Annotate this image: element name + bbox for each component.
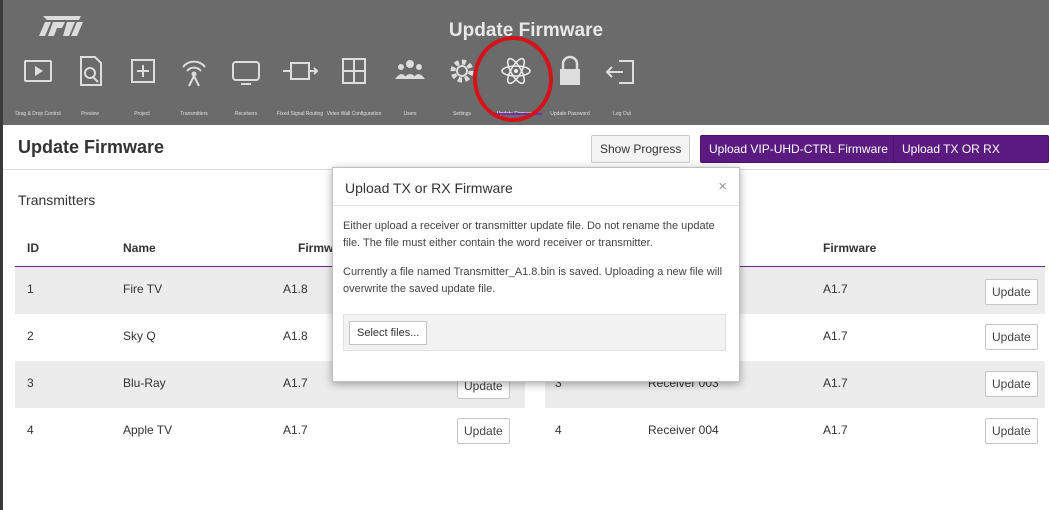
row-id: 2: [27, 329, 34, 343]
users-icon: [395, 60, 425, 79]
table-row: 4 Apple TV A1.7 Update: [15, 408, 525, 455]
update-button[interactable]: Update: [985, 279, 1038, 305]
row-id: 4: [27, 423, 34, 437]
page-header: Update Firmware Show Progress Upload VIP…: [3, 125, 1049, 182]
row-firmware: A1.7: [823, 329, 848, 343]
transmitters-section-title: Transmitters: [18, 192, 96, 208]
modal-instructions: Either upload a receiver or transmitter …: [343, 220, 715, 249]
transmitters-header-name: Name: [123, 241, 156, 255]
row-name: Sky Q: [123, 329, 156, 343]
row-name: Fire TV: [123, 282, 163, 296]
row-id: 1: [27, 282, 34, 296]
main-nav: Drag & Drop Control Preview Project Tran…: [3, 48, 703, 125]
row-name: Receiver 004: [648, 423, 719, 437]
play-icon: [24, 60, 52, 82]
table-row: 4 Receiver 004 A1.7 Update: [545, 408, 1045, 455]
upload-vip-firmware-button[interactable]: Upload VIP-UHD-CTRL Firmware: [700, 135, 897, 163]
close-icon[interactable]: ×: [718, 178, 727, 195]
row-firmware: A1.7: [283, 376, 308, 390]
nav-item-log-out[interactable]: Log Out: [595, 48, 649, 125]
receivers-header-firmware: Firmware: [823, 241, 877, 255]
row-firmware: A1.7: [283, 423, 308, 437]
document-search-icon: [80, 56, 102, 86]
logout-icon: [605, 60, 634, 84]
update-button[interactable]: Update: [985, 418, 1038, 444]
nav-label: Log Out: [613, 111, 631, 117]
highlight-annotation-circle: [473, 36, 553, 122]
show-progress-button[interactable]: Show Progress: [591, 135, 691, 163]
page-title: Update Firmware: [18, 137, 165, 157]
nav-item-fixed-signal-routing[interactable]: Fixed Signal Routing: [273, 48, 327, 125]
upload-tx-rx-firmware-button[interactable]: Upload TX OR RX Firmware: [893, 135, 1049, 182]
update-button[interactable]: Update: [457, 418, 510, 444]
update-button[interactable]: Update: [985, 371, 1038, 397]
row-name: Blu-Ray: [123, 376, 166, 390]
modal-divider: [333, 205, 739, 206]
broadcast-icon: [182, 60, 206, 87]
grid-icon: [342, 58, 366, 84]
select-files-button[interactable]: Select files...: [349, 321, 428, 345]
upload-firmware-modal: Upload TX or RX Firmware × Either upload…: [332, 167, 740, 382]
row-firmware: A1.8: [283, 282, 308, 296]
row-id: 3: [27, 376, 34, 390]
modal-current-file-note: Currently a file named Transmitter_A1.8.…: [343, 266, 723, 295]
update-button[interactable]: Update: [985, 324, 1038, 350]
row-firmware: A1.8: [283, 329, 308, 343]
monitor-icon: [232, 61, 260, 85]
file-upload-area[interactable]: Select files...: [343, 314, 726, 351]
routing-icon: [283, 62, 319, 80]
transmitters-header-id: ID: [27, 241, 39, 255]
row-name: Apple TV: [123, 423, 173, 437]
lock-icon: [560, 55, 580, 85]
modal-title: Upload TX or RX Firmware: [345, 180, 513, 196]
row-firmware: A1.7: [823, 376, 848, 390]
row-firmware: A1.7: [823, 282, 848, 296]
row-id: 4: [555, 423, 562, 437]
nav-item-receivers[interactable]: Receivers: [219, 48, 273, 125]
nav-item-video-wall-configuration[interactable]: Video Wall Configuration: [327, 48, 381, 125]
row-firmware: A1.7: [823, 423, 848, 437]
plus-box-icon: [131, 59, 155, 83]
